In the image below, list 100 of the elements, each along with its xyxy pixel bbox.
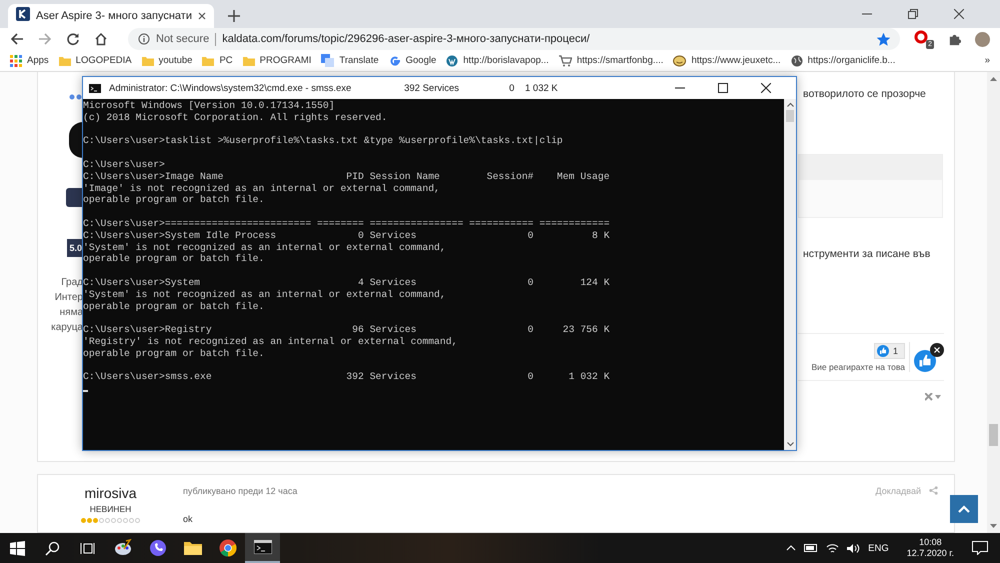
chrome-icon <box>218 539 236 557</box>
bookmark-item[interactable]: PC <box>202 54 233 66</box>
scroll-to-top-button[interactable] <box>950 495 978 523</box>
folder-icon <box>184 540 202 556</box>
home-icon[interactable] <box>94 32 108 46</box>
clock[interactable]: 10:08 12.7.2020 г. <box>906 537 954 559</box>
battery-icon[interactable] <box>804 544 818 552</box>
bookmark-item[interactable]: youtube <box>142 54 192 66</box>
close-icon[interactable] <box>761 83 771 93</box>
language-indicator[interactable]: ENG <box>868 542 889 554</box>
folder-icon <box>142 54 154 66</box>
profile-avatar[interactable] <box>975 32 990 46</box>
scroll-up-icon[interactable] <box>786 102 794 107</box>
security-label: Not secure <box>156 33 210 45</box>
address-bar[interactable]: Not secure kaldata.com/forums/topic/296296-aser-aspire-3-много-запуснати-процеси/ <box>128 28 900 50</box>
rating-badge: 5.0 <box>67 239 83 257</box>
console-line: operable program or batch file. <box>83 300 266 312</box>
console-icon <box>254 540 272 554</box>
wifi-icon[interactable] <box>826 542 840 554</box>
like-button[interactable] <box>914 350 936 372</box>
star-icon[interactable] <box>877 32 890 46</box>
bookmark-item[interactable]: Translate <box>321 54 379 67</box>
scroll-down-icon[interactable] <box>990 524 997 529</box>
notifications-icon[interactable] <box>972 541 988 555</box>
bookmark-item[interactable]: Google <box>388 54 436 66</box>
scroll-down-icon[interactable] <box>786 442 794 447</box>
console-line: 'Registry' is not recognized as an internal or external command, <box>83 336 458 348</box>
bookmark-item[interactable]: LOGOPEDIA <box>58 54 132 66</box>
url-text: kaldata.com/forums/topic/296296-aser-aspire-3-много-запуснати-процеси/ <box>222 33 590 45</box>
author-info-text: няма <box>60 306 83 320</box>
reaction-note: Вие реагирахте на това <box>812 362 905 372</box>
console-line: operable program or batch file. <box>83 253 266 266</box>
reaction-count[interactable]: 1 <box>874 342 905 358</box>
bookmark-item[interactable]: https://www.jeuxetc... <box>673 54 781 66</box>
more-bookmarks-button[interactable]: » <box>984 55 990 66</box>
cart-icon <box>558 54 572 66</box>
console-line: operable program or batch file. <box>83 348 266 360</box>
puzzle-icon[interactable] <box>948 32 961 46</box>
browser-tab[interactable]: Aser Aspire 3- много запуснати <box>8 4 214 28</box>
volume-icon[interactable] <box>847 542 860 554</box>
restore-icon[interactable] <box>908 9 918 19</box>
author-info-text: Интер <box>54 291 83 305</box>
tools-dropdown-icon[interactable] <box>925 393 941 401</box>
console-line: 'System' is not recognized as an internal or external command, <box>83 288 447 301</box>
author-rank: НЕВИНЕН <box>90 504 132 514</box>
remove-icon[interactable] <box>930 342 944 356</box>
console-line: C:\Users\user> <box>83 158 166 171</box>
post-text: ok <box>183 514 194 524</box>
thumbs-up-icon <box>876 344 889 356</box>
search-icon <box>45 540 60 556</box>
console-window[interactable] <box>82 76 797 451</box>
console-line: (c) 2018 Microsoft Corporation. All rights reserved. <box>83 112 388 124</box>
profile-button[interactable] <box>66 188 83 207</box>
windows-logo-icon <box>10 540 25 556</box>
author-info-text: Град <box>61 276 83 290</box>
console-line: C:\Users\user>smss.exe 392 Services 0 1 032 K <box>83 371 611 384</box>
reload-icon[interactable] <box>66 32 80 46</box>
info-icon[interactable] <box>138 33 150 45</box>
close-icon[interactable] <box>198 12 206 20</box>
bookmark-item[interactable]: https://smartfonbg.... <box>558 54 664 66</box>
tab-title: Aser Aspire 3- много запуснати <box>36 10 192 22</box>
bookmark-item[interactable]: https://organiclife.b... <box>790 54 896 66</box>
scroll-thumb[interactable] <box>989 424 998 446</box>
w-circle-icon <box>446 54 458 66</box>
author-name[interactable]: mirosiva <box>84 484 137 501</box>
scroll-up-icon[interactable] <box>990 76 997 81</box>
console-line: 'Image' is not recognized as an internal or external command, <box>83 182 441 194</box>
folder-icon <box>202 54 214 66</box>
phone-bubble-icon <box>148 539 166 557</box>
apps-grid-icon <box>10 54 22 66</box>
folder-icon <box>242 54 255 66</box>
window-title: Administrator: C:\Windows\system32\cmd.exe - smss.exe 392 Services 0 1 032 K <box>109 82 558 94</box>
ring-icon <box>914 30 928 44</box>
chevron-up-icon <box>958 505 970 513</box>
bookmark-item[interactable]: Apps <box>10 54 49 66</box>
console-scrollbar[interactable] <box>784 99 796 450</box>
console-line: operable program or batch file. <box>83 194 266 206</box>
g-letter-icon <box>388 54 401 66</box>
chevron-up-icon[interactable] <box>786 545 796 551</box>
console-line: 'System' is not recognized as an internal or external command, <box>83 242 447 254</box>
console-line: C:\Users\user>========================= ======== ================ =========== ============ <box>83 218 611 230</box>
maximize-icon[interactable] <box>718 83 728 93</box>
post-date: публикувано преди 12 часа <box>183 486 298 496</box>
task-view-icon <box>80 540 95 556</box>
console-line: Microsoft Windows [Version 10.0.17134.1550] <box>83 100 336 112</box>
smiley-icon <box>673 54 686 66</box>
text-cursor <box>83 390 88 392</box>
bookmark-item[interactable]: http://borislavapop... <box>446 54 549 66</box>
scroll-thumb[interactable] <box>786 110 794 122</box>
new-tab-icon[interactable] <box>228 10 240 22</box>
console-line: C:\Users\user>tasklist >%userprofile%\tasks.txt &type %userprofile%\tasks.txt|clip <box>83 135 564 148</box>
console-line: C:\Users\user>System 4 Services 0 124 K <box>83 276 611 289</box>
bookmark-item[interactable]: PROGRAMI <box>242 54 312 66</box>
console-line: C:\Users\user>Registry 96 Services 0 23 756 K <box>83 324 611 336</box>
console-line: C:\Users\user>Image Name PID Session Name Session# Mem Usage <box>83 170 611 183</box>
taskbar-button[interactable] <box>245 533 280 563</box>
rating-stars-icon <box>69 94 83 100</box>
folder-icon <box>58 54 71 66</box>
back-arrow-icon[interactable] <box>10 32 24 46</box>
close-icon[interactable] <box>954 9 964 19</box>
